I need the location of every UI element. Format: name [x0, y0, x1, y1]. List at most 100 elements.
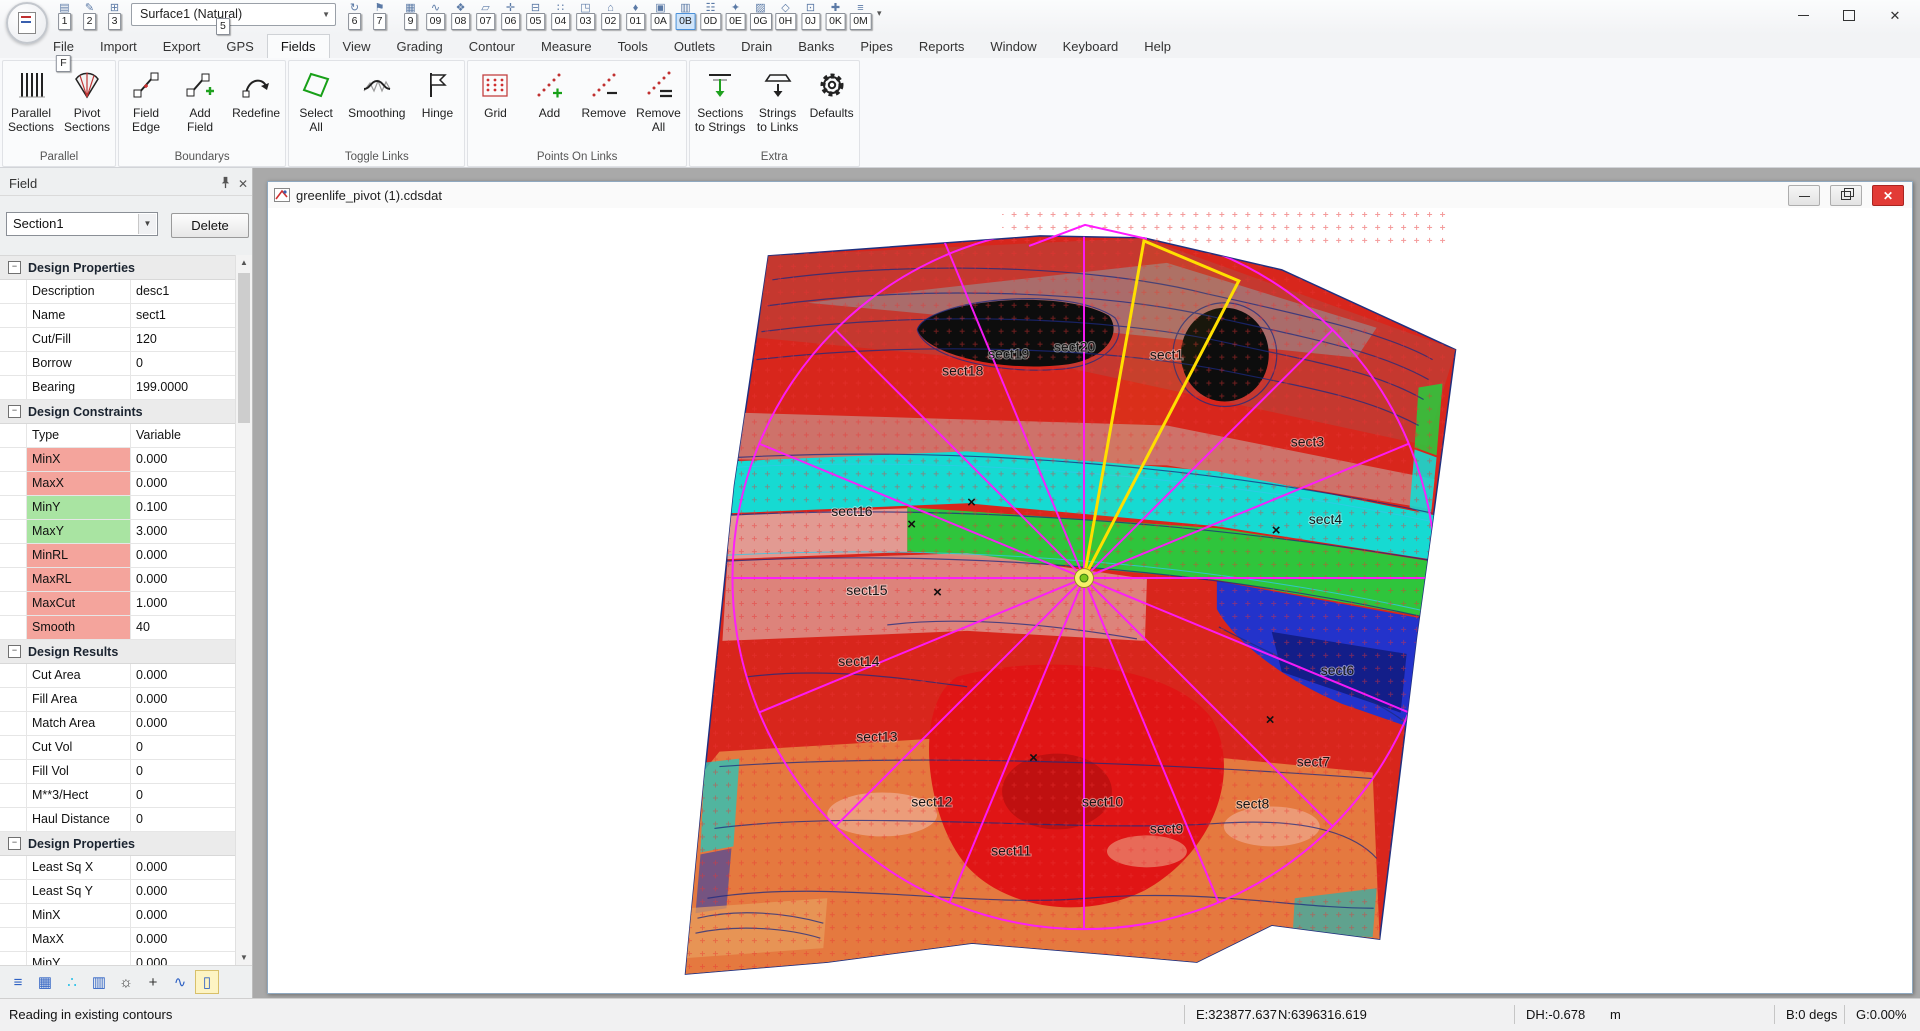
collapse-icon[interactable]: −: [8, 837, 21, 850]
panel-close-icon[interactable]: ✕: [234, 177, 252, 191]
property-group-header[interactable]: − Design Constraints: [0, 400, 236, 424]
pin-icon[interactable]: [216, 176, 234, 192]
hinge-button[interactable]: Hinge: [410, 61, 464, 143]
property-value[interactable]: 0: [131, 808, 236, 831]
qat-button[interactable]: ◇ 0H: [773, 0, 798, 32]
property-value[interactable]: 0.100: [131, 496, 236, 519]
qat-button[interactable]: ▨ 0G: [748, 0, 773, 32]
tab-file[interactable]: FileF: [40, 35, 87, 58]
qat-button[interactable]: ♦ 01: [623, 0, 648, 32]
property-value[interactable]: 0.000: [131, 880, 236, 903]
scroll-down-icon[interactable]: ▼: [236, 950, 252, 966]
sections-to-strings-button[interactable]: Sections to Strings: [690, 61, 751, 143]
qat-button[interactable]: ⊞ 3: [102, 0, 127, 32]
qat-button[interactable]: ❖ 08: [448, 0, 473, 32]
drainage-icon[interactable]: ∴: [60, 970, 84, 994]
tab-pipes[interactable]: Pipes: [847, 35, 906, 58]
property-value[interactable]: 0.000: [131, 856, 236, 879]
grid-button[interactable]: Grid: [468, 61, 522, 143]
tab-reports[interactable]: Reports: [906, 35, 978, 58]
tab-banks[interactable]: Banks: [785, 35, 847, 58]
property-value[interactable]: sect1: [131, 304, 236, 327]
delete-button[interactable]: Delete: [171, 213, 249, 238]
tab-window[interactable]: Window: [977, 35, 1049, 58]
crosshair-icon[interactable]: +: [141, 970, 165, 994]
qat-button[interactable]: ↻ 6: [342, 0, 367, 32]
property-value[interactable]: 0.000: [131, 712, 236, 735]
property-group-header[interactable]: − Design Properties: [0, 256, 236, 280]
tab-help[interactable]: Help: [1131, 35, 1184, 58]
property-value[interactable]: 120: [131, 328, 236, 351]
remove-points-button[interactable]: Remove: [576, 61, 631, 143]
doc-close-button[interactable]: ✕: [1872, 185, 1904, 206]
qat-button[interactable]: ▱ 07: [473, 0, 498, 32]
tab-outlets[interactable]: Outlets: [661, 35, 728, 58]
property-value[interactable]: 1.000: [131, 592, 236, 615]
app-menu-button[interactable]: [6, 2, 48, 44]
sun-icon[interactable]: ☼: [114, 970, 138, 994]
redefine-button[interactable]: Redefine: [227, 61, 285, 143]
tab-fields[interactable]: Fields: [267, 34, 330, 58]
property-value[interactable]: 0.000: [131, 568, 236, 591]
tab-contour[interactable]: Contour: [456, 35, 528, 58]
field-edge-button[interactable]: Field Edge: [119, 61, 173, 143]
tab-import[interactable]: Import: [87, 35, 150, 58]
qat-button[interactable]: ▤ 1: [52, 0, 77, 32]
qat-overflow-icon[interactable]: ▾: [877, 8, 882, 19]
qat-button[interactable]: ∷ 04: [548, 0, 573, 32]
section-combo[interactable]: Section1 ▼: [6, 212, 158, 236]
property-value[interactable]: 0.000: [131, 688, 236, 711]
property-value[interactable]: 0: [131, 352, 236, 375]
property-value[interactable]: Variable: [131, 424, 236, 447]
property-group-header[interactable]: − Design Properties: [0, 832, 236, 856]
map-viewport[interactable]: ×××××× sect18sect19sect20sect1sect3sect4…: [268, 208, 1912, 993]
qat-button[interactable]: ⊡ 0J: [798, 0, 823, 32]
tab-keyboard[interactable]: Keyboard: [1050, 35, 1132, 58]
qat-button[interactable]: ▣ 0A: [648, 0, 673, 32]
doc-restore-button[interactable]: [1830, 185, 1862, 206]
property-value[interactable]: 0.000: [131, 664, 236, 687]
qat-button[interactable]: ⌂ 02: [598, 0, 623, 32]
tab-export[interactable]: Export: [150, 35, 214, 58]
pivot-sections-button[interactable]: Pivot Sections: [59, 61, 115, 143]
property-group-header[interactable]: − Design Results: [0, 640, 236, 664]
collapse-icon[interactable]: −: [8, 645, 21, 658]
property-value[interactable]: 0.000: [131, 544, 236, 567]
tab-measure[interactable]: Measure: [528, 35, 605, 58]
map-canvas[interactable]: ×××××× sect18sect19sect20sect1sect3sect4…: [268, 208, 1912, 993]
qat-button[interactable]: ⊟ 05: [523, 0, 548, 32]
panel-scrollbar[interactable]: ▲ ▼: [235, 255, 252, 966]
grid-view-icon[interactable]: ▦: [33, 970, 57, 994]
smooth-wave-icon[interactable]: ∿: [168, 970, 192, 994]
collapse-icon[interactable]: −: [8, 261, 21, 274]
qat-button[interactable]: ✚ 0K: [823, 0, 848, 32]
qat-button[interactable]: ✦ 0E: [723, 0, 748, 32]
close-button[interactable]: ✕: [1872, 0, 1918, 30]
tab-view[interactable]: View: [330, 35, 384, 58]
qat-button[interactable]: ✎ 2: [77, 0, 102, 32]
property-value[interactable]: 0.000: [131, 904, 236, 927]
property-value[interactable]: 3.000: [131, 520, 236, 543]
qat-button[interactable]: ✛ 06: [498, 0, 523, 32]
property-value[interactable]: desc1: [131, 280, 236, 303]
columns-icon[interactable]: ▥: [87, 970, 111, 994]
qat-button[interactable]: ∿ 09: [423, 0, 448, 32]
remove-all-button[interactable]: Remove All: [631, 61, 686, 143]
property-value[interactable]: 40: [131, 616, 236, 639]
scroll-up-icon[interactable]: ▲: [236, 255, 252, 271]
property-value[interactable]: 0.000: [131, 928, 236, 951]
add-field-button[interactable]: Add Field: [173, 61, 227, 143]
qat-button[interactable]: ⚑ 7: [367, 0, 392, 32]
tab-tools[interactable]: Tools: [605, 35, 661, 58]
qat-button[interactable]: ≡ 0M: [848, 0, 873, 32]
parallel-sections-button[interactable]: Parallel Sections: [3, 61, 59, 143]
surface-select-combo[interactable]: Surface1 (Natural) ▼ 5: [131, 3, 336, 26]
property-value[interactable]: 0.000: [131, 472, 236, 495]
tab-grading[interactable]: Grading: [383, 35, 455, 58]
qat-button[interactable]: ☷ 0D: [698, 0, 723, 32]
maximize-button[interactable]: [1826, 0, 1872, 30]
property-value[interactable]: 0: [131, 784, 236, 807]
scrollbar-thumb[interactable]: [238, 273, 250, 423]
layers-icon[interactable]: ≡: [6, 970, 30, 994]
qat-button[interactable]: ▦ 9: [398, 0, 423, 32]
